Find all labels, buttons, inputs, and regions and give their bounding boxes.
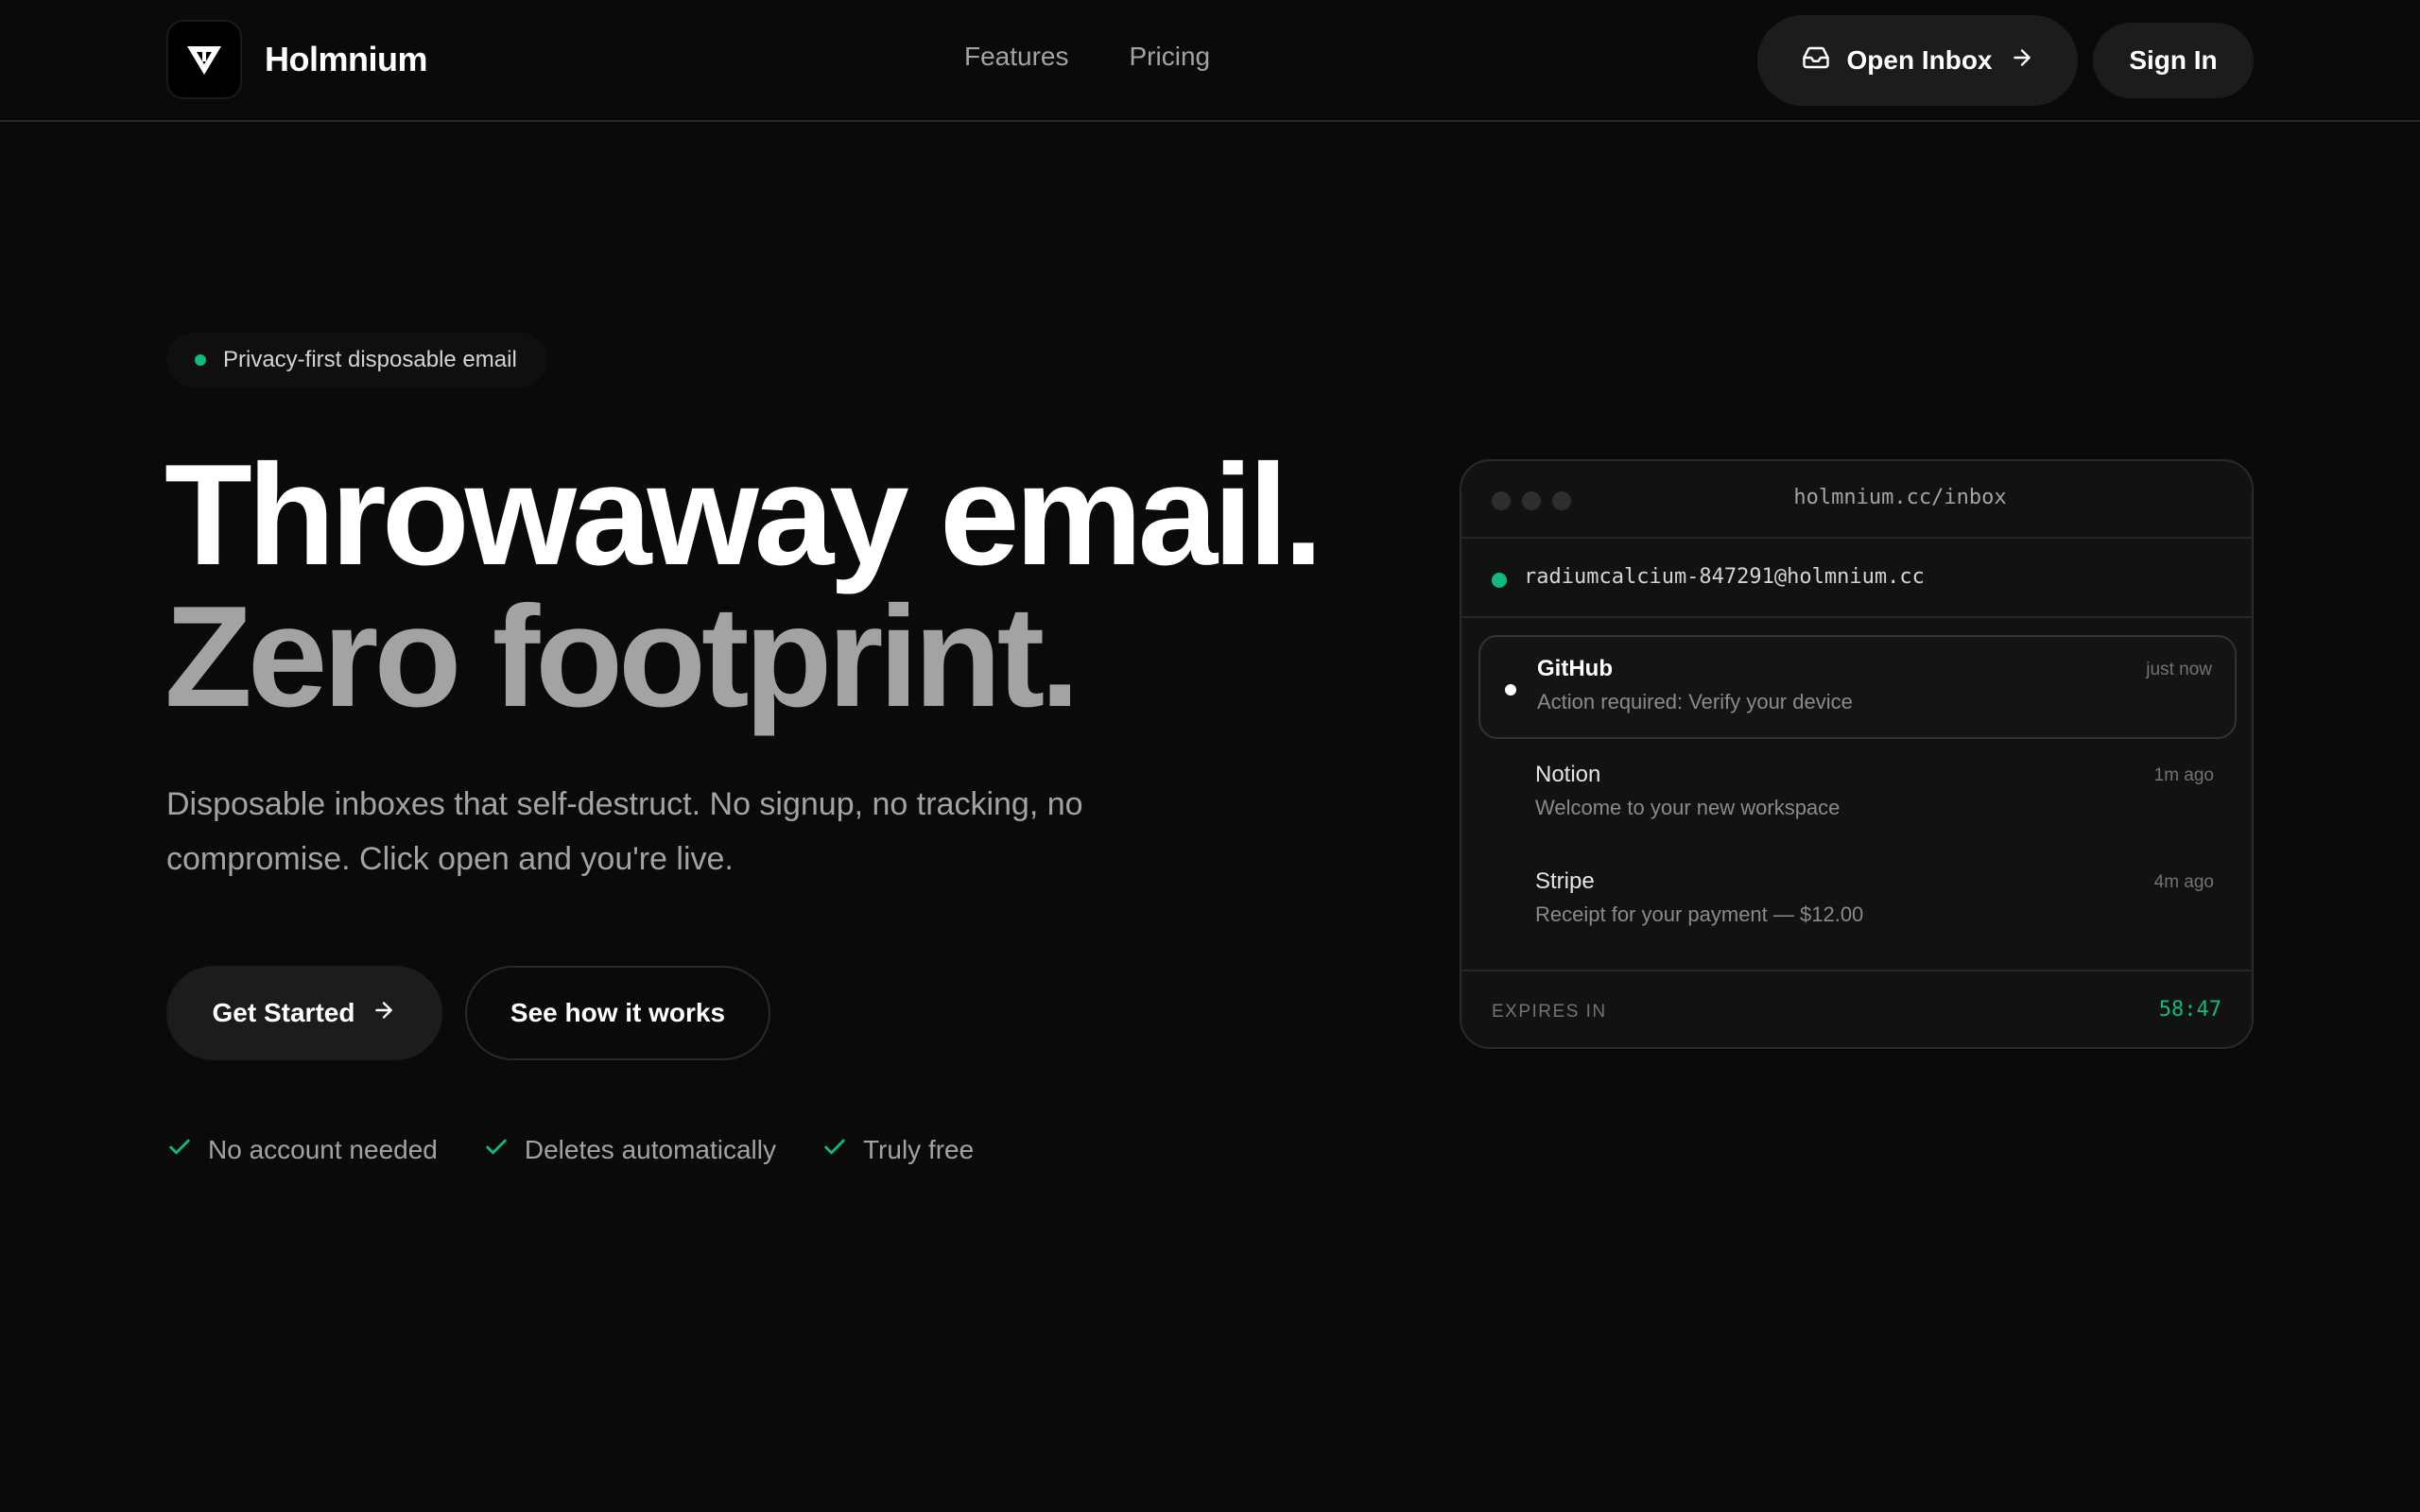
- feature-checks: No account needed Deletes automatically …: [166, 1134, 974, 1165]
- brand[interactable]: Holmnium: [166, 20, 428, 99]
- hero-badge-text: Privacy-first disposable email: [223, 347, 517, 372]
- message-item-github[interactable]: GitHub Action required: Verify your devi…: [1478, 635, 2237, 739]
- hero-badge: Privacy-first disposable email: [166, 333, 547, 387]
- holmnium-logo-icon: [166, 20, 242, 99]
- check-icon: [821, 1134, 848, 1165]
- check-icon: [483, 1134, 510, 1165]
- get-started-label: Get Started: [212, 998, 355, 1027]
- check-text: Deletes automatically: [524, 1134, 776, 1164]
- inbox-url: holmnium.cc/inbox: [1793, 486, 2007, 509]
- hero-subtitle: Disposable inboxes that self-destruct. N…: [166, 786, 1083, 877]
- check-item: Truly free: [821, 1134, 974, 1165]
- check-item: No account needed: [166, 1134, 438, 1165]
- open-inbox-button[interactable]: Open Inbox: [1757, 15, 2078, 106]
- hero-title-line2: Zero footprint.: [164, 576, 1080, 737]
- nav-links: Features Pricing: [964, 42, 1210, 72]
- message-subject: Action required: Verify your device: [1537, 690, 1853, 713]
- arrow-right-icon: [2010, 45, 2034, 77]
- message-sender: Stripe: [1535, 868, 1595, 894]
- expires-label: EXPIRES IN: [1492, 1002, 1607, 1022]
- message-sender: Notion: [1535, 762, 1601, 787]
- check-text: Truly free: [862, 1134, 975, 1164]
- live-dot-icon: [1492, 573, 1507, 588]
- message-time: 1m ago: [2153, 765, 2214, 785]
- sign-in-button[interactable]: Sign In: [2093, 23, 2254, 98]
- message-time: 4m ago: [2153, 872, 2214, 892]
- arrow-right-icon: [372, 998, 396, 1029]
- see-how-it-works-button[interactable]: See how it works: [465, 966, 770, 1060]
- hero-title-line1: Throwaway email.: [164, 435, 1323, 595]
- get-started-button[interactable]: Get Started: [166, 966, 442, 1060]
- message-item-notion[interactable]: Notion Welcome to your new workspace 1m …: [1478, 743, 2237, 847]
- check-icon: [166, 1134, 193, 1165]
- message-subject: Welcome to your new workspace: [1535, 796, 1841, 819]
- check-item: Deletes automatically: [483, 1134, 776, 1165]
- open-inbox-label: Open Inbox: [1846, 45, 1993, 75]
- message-subject: Receipt for your payment — $12.00: [1535, 902, 1864, 926]
- nav-link-features[interactable]: Features: [964, 42, 1069, 72]
- check-text: No account needed: [208, 1134, 438, 1164]
- unread-dot-icon: [1505, 684, 1516, 696]
- message-sender: GitHub: [1537, 656, 1613, 681]
- inbox-preview-card: holmnium.cc/inbox radiumcalcium-847291@h…: [1460, 459, 2254, 1049]
- nav-link-pricing[interactable]: Pricing: [1130, 42, 1211, 72]
- card-footer: EXPIRES IN 58:47: [1461, 970, 2252, 1047]
- email-address: radiumcalcium-847291@holmnium.cc: [1524, 565, 1925, 589]
- expires-countdown: 58:47: [2158, 998, 2221, 1022]
- brand-name: Holmnium: [265, 40, 428, 78]
- message-time: just now: [2146, 660, 2212, 679]
- address-row: radiumcalcium-847291@holmnium.cc: [1461, 539, 2252, 618]
- top-navbar: Holmnium Features Pricing Open Inbox Sig…: [0, 0, 2420, 122]
- status-dot-icon: [195, 354, 206, 366]
- message-item-stripe[interactable]: Stripe Receipt for your payment — $12.00…: [1478, 850, 2237, 954]
- inbox-icon: [1802, 43, 1830, 78]
- card-titlebar: holmnium.cc/inbox: [1461, 461, 2252, 539]
